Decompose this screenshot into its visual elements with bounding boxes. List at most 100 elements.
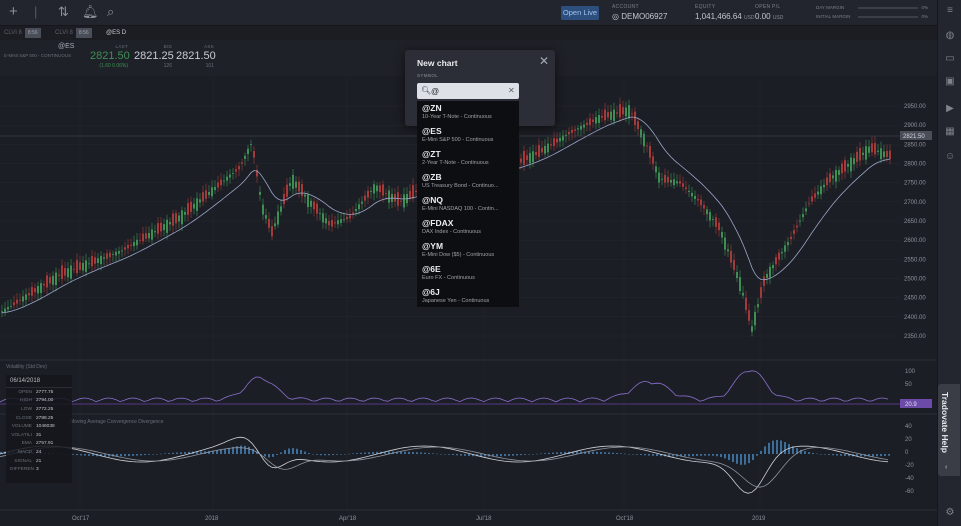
close-icon[interactable]: ✕ (539, 55, 549, 67)
candle-body (295, 181, 297, 188)
tab-clvi8-2[interactable]: CLVI 8 8:56 (55, 28, 92, 38)
candle-body (796, 225, 798, 228)
candle-body (874, 143, 876, 155)
symbol-label: SYMBOL (417, 73, 439, 78)
macd-histogram-bar (324, 454, 326, 456)
video-icon[interactable]: ▶ (944, 104, 956, 114)
macd-histogram-bar (692, 454, 694, 457)
macd-histogram-bar (408, 451, 410, 454)
candle-body (115, 251, 117, 256)
sliders-icon[interactable]: ≡ (944, 6, 956, 16)
candle-body (136, 239, 138, 246)
candle-body (334, 222, 336, 224)
help-tab[interactable]: Tradovate Help ‹ (938, 384, 960, 476)
candle-body (886, 150, 888, 157)
candle-body (169, 222, 171, 225)
day-margin-label: DAY MARGIN (816, 5, 845, 10)
symbol-result-item[interactable]: @ZT 2-Year T-Note - Continuous (417, 147, 519, 170)
symbol-result-item[interactable]: @ZB US Treasury Bond - Continuo... (417, 170, 519, 193)
result-description: DAX Index - Continuous (422, 229, 482, 235)
macd-histogram-bar (244, 445, 246, 454)
candle-body (133, 242, 135, 247)
symbol-result-item[interactable]: @ES E-Mini S&P 500 - Continuous (417, 124, 519, 147)
candle-body (805, 208, 807, 212)
macd-histogram-bar (84, 454, 86, 456)
macd-histogram-bar (844, 454, 846, 456)
symbol-result-item[interactable]: @ZN 10-Year T-Note - Continuous (417, 101, 519, 124)
settings-icon[interactable]: ⚙ (944, 508, 956, 518)
candle-body (718, 222, 720, 231)
candle-body (787, 242, 789, 246)
symbol-search-input[interactable] (431, 85, 507, 97)
tab-clvi8-1[interactable]: CLVI 8 8:56 (4, 28, 41, 38)
candle-body (784, 245, 786, 252)
macd-histogram-bar (240, 445, 242, 454)
candle-body (763, 276, 765, 286)
macd-histogram-bar (828, 454, 830, 455)
symbol-result-item[interactable]: @6J Japanese Yen - Continuous (417, 285, 519, 308)
result-description: Euro FX - Continuous (422, 275, 475, 281)
people-icon[interactable]: ☺ (944, 152, 956, 162)
candle-body (319, 213, 321, 214)
add-icon[interactable]: + (9, 4, 18, 20)
search-icon[interactable]: ⌕ (107, 4, 114, 20)
sort-arrows-icon[interactable]: ⇅ (58, 4, 69, 20)
macd-histogram-bar (300, 450, 302, 454)
candle-body (727, 249, 729, 252)
macd-histogram-bar (424, 452, 426, 454)
candle-body (100, 255, 102, 265)
window-icon[interactable]: ▣ (944, 77, 956, 87)
chart-icon[interactable]: ▦ (944, 127, 956, 137)
tab-es-d[interactable]: @ES D (106, 28, 126, 38)
candle-body (58, 274, 60, 276)
candle-body (301, 184, 303, 197)
top-toolbar: + | ⇅ 🔔︎ ⌕ Open Live ACCOUNT ◎ DEMO06927… (0, 0, 961, 26)
macd-histogram-bar (148, 454, 150, 455)
symbol-result-item[interactable]: @6E Euro FX - Continuous (417, 262, 519, 285)
candle-body (862, 152, 864, 155)
candle-body (520, 158, 522, 163)
tab-label: CLVI 8 (55, 30, 73, 36)
candle-body (559, 137, 561, 142)
macd-histogram-bar (724, 454, 726, 459)
open-pl-unit: USD (772, 15, 784, 21)
candle-body (37, 285, 39, 294)
ask-price[interactable]: ASK 2821.50 101 (176, 44, 216, 69)
chat-icon[interactable]: ▭ (944, 54, 956, 64)
candle-body (235, 169, 237, 172)
macd-histogram-bar (876, 454, 878, 457)
candle-body (1, 311, 3, 313)
symbol-result-item[interactable]: @FDAX DAX Index - Continuous (417, 216, 519, 239)
account-selector[interactable]: ACCOUNT ◎ DEMO06927 (612, 4, 667, 21)
clear-icon[interactable]: ✕ (508, 85, 515, 97)
macd-histogram-bar (92, 454, 94, 457)
candle-body (541, 147, 543, 153)
globe-icon[interactable]: ◍ (944, 31, 956, 41)
initial-margin-row: INITIAL MARGIN 0% (816, 14, 928, 19)
macd-histogram-bar (700, 454, 702, 456)
candle-body (172, 213, 174, 226)
candle-body (790, 236, 792, 240)
candle-body (181, 210, 183, 225)
result-symbol: @ZT (422, 149, 441, 159)
candle-body (352, 212, 354, 215)
candle-body (700, 199, 702, 206)
candle-body (838, 170, 840, 175)
macd-histogram-bar (224, 448, 226, 454)
bell-icon[interactable]: 🔔︎ (82, 4, 99, 20)
macd-histogram-bar (348, 453, 350, 455)
candle-body (535, 152, 537, 156)
bid-price[interactable]: BID 2821.25 126 (134, 44, 174, 69)
data-window-row: SIGNAL 21 (6, 457, 72, 466)
candle-body (748, 310, 750, 321)
macd-histogram-bar (836, 454, 838, 456)
candle-body (16, 299, 18, 304)
candle-body (841, 163, 843, 174)
macd-histogram-bar (288, 448, 290, 454)
candle-body (19, 299, 21, 301)
symbol-search-box[interactable]: 🔍︎ ✕ (417, 83, 519, 99)
candle-body (121, 250, 123, 252)
symbol-result-item[interactable]: @NQ E-Mini NASDAQ 100 - Contin... (417, 193, 519, 216)
open-live-button[interactable]: Open Live (561, 6, 599, 20)
symbol-result-item[interactable]: @YM E-Mini Dow ($5) - Continuous (417, 239, 519, 262)
